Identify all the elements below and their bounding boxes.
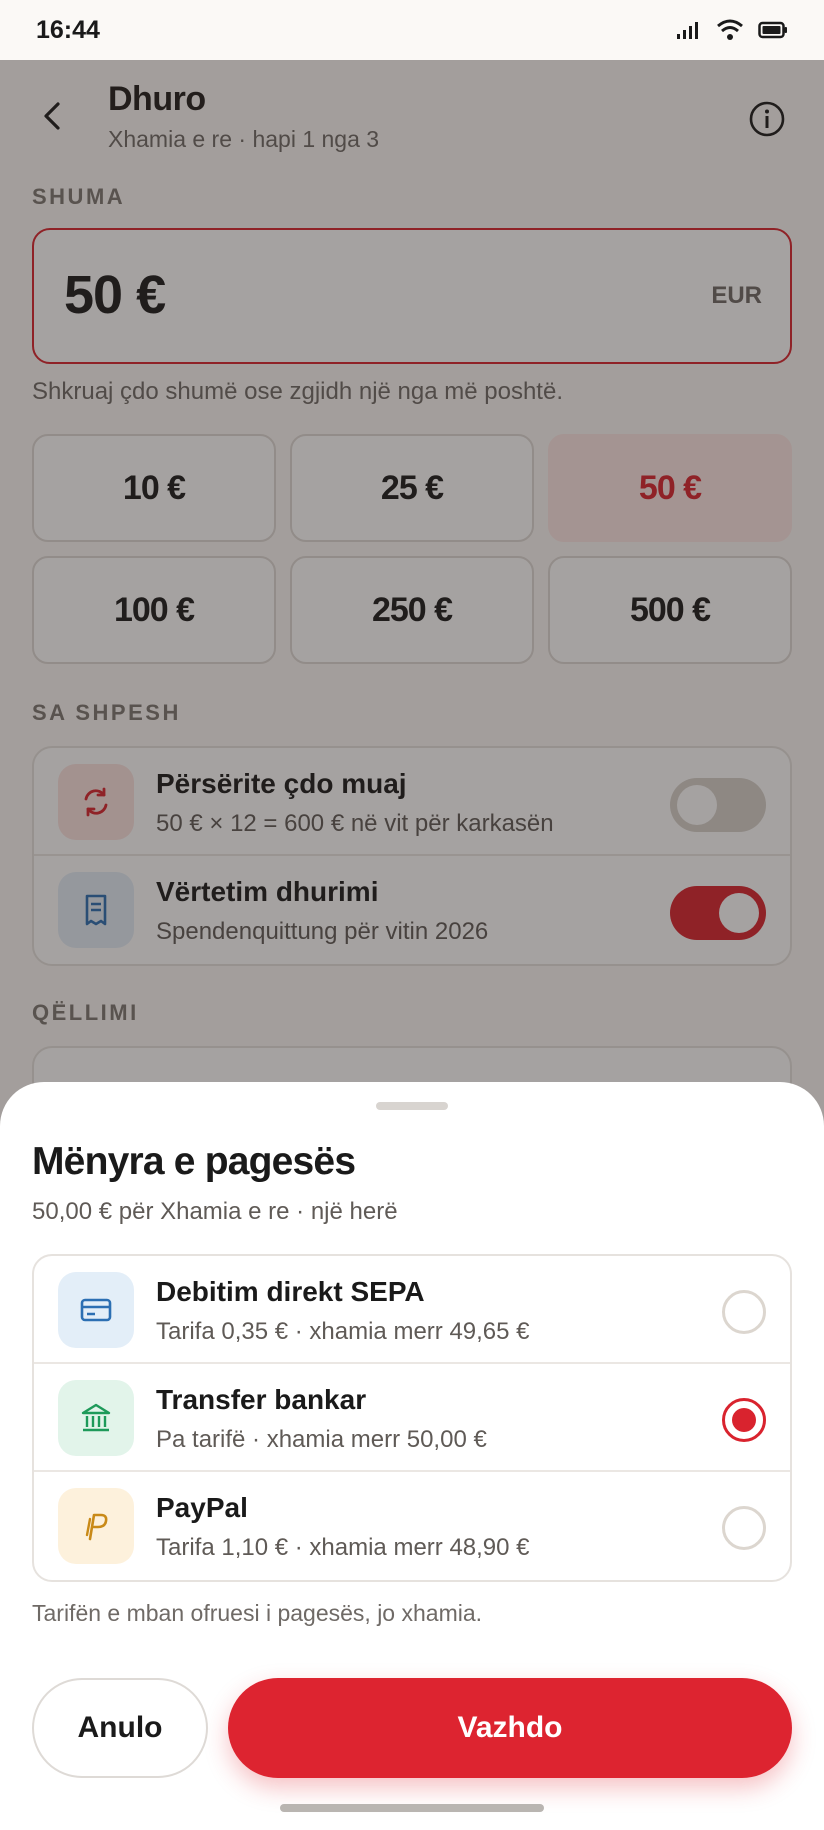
method-radio[interactable] bbox=[722, 1290, 766, 1334]
sheet-grabber[interactable] bbox=[376, 1102, 448, 1110]
method-title: PayPal bbox=[156, 1492, 248, 1523]
status-time: 16:44 bbox=[36, 15, 100, 44]
paypal-icon bbox=[58, 1488, 134, 1564]
wifi-icon bbox=[717, 19, 743, 40]
method-radio-selected[interactable] bbox=[722, 1398, 766, 1442]
signal-icon bbox=[677, 22, 698, 39]
method-subtitle: Pa tarifë · xhamia merr 50,00 € bbox=[156, 1426, 487, 1453]
battery-icon bbox=[758, 21, 787, 39]
fee-footnote: Tarifën e mban ofruesi i pagesës, jo xha… bbox=[32, 1600, 483, 1626]
status-bar: 16:44 bbox=[0, 0, 824, 60]
continue-button[interactable]: Vazhdo bbox=[228, 1678, 792, 1778]
method-title: Transfer bankar bbox=[156, 1384, 367, 1415]
status-icons bbox=[676, 19, 788, 41]
method-radio[interactable] bbox=[722, 1506, 766, 1550]
sheet-subtitle: 50,00 € për Xhamia e re · një herë bbox=[32, 1198, 398, 1225]
payment-method-bank-transfer[interactable]: Transfer bankar Pa tarifë · xhamia merr … bbox=[34, 1364, 790, 1472]
bank-icon bbox=[58, 1380, 134, 1456]
payment-method-sheet: Mënyra e pagesës 50,00 € për Xhamia e re… bbox=[0, 1082, 824, 1830]
sheet-title: Mënyra e pagesës bbox=[32, 1140, 356, 1183]
home-indicator bbox=[280, 1804, 544, 1812]
method-subtitle: Tarifa 0,35 € · xhamia merr 49,65 € bbox=[156, 1318, 530, 1345]
cancel-button[interactable]: Anulo bbox=[32, 1678, 208, 1778]
method-title: Debitim direkt SEPA bbox=[156, 1276, 425, 1307]
card-icon bbox=[58, 1272, 134, 1348]
payment-method-sepa[interactable]: Debitim direkt SEPA Tarifa 0,35 € · xham… bbox=[34, 1256, 790, 1364]
payment-methods-list: Debitim direkt SEPA Tarifa 0,35 € · xham… bbox=[32, 1254, 792, 1582]
method-subtitle: Tarifa 1,10 € · xhamia merr 48,90 € bbox=[156, 1534, 530, 1561]
payment-method-paypal[interactable]: PayPal Tarifa 1,10 € · xhamia merr 48,90… bbox=[34, 1472, 790, 1580]
